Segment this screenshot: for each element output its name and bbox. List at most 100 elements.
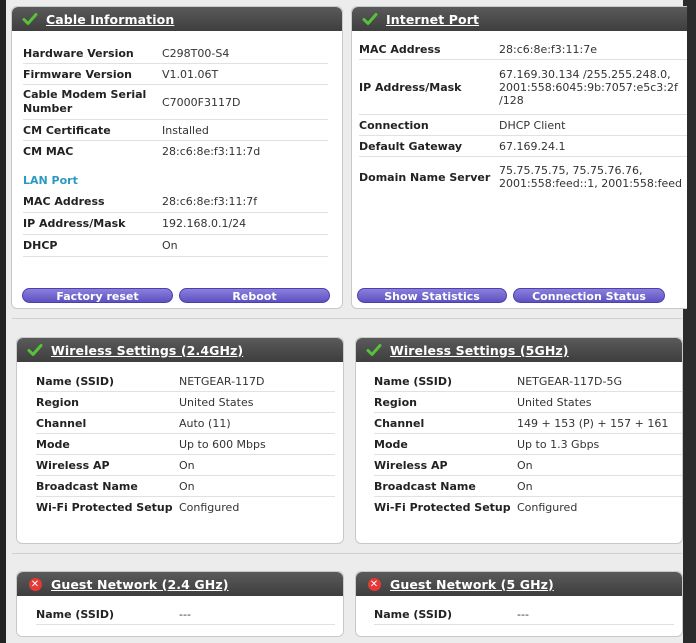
table-row: Wireless AP On xyxy=(36,455,335,476)
row-label: Region xyxy=(36,395,79,409)
section-divider xyxy=(12,553,682,554)
guest-network-5ghz-panel: ✕ Guest Network (5 GHz) Name (SSID) --- xyxy=(355,571,683,637)
check-icon xyxy=(27,342,43,358)
row-label: Wi-Fi Protected Setup xyxy=(36,501,173,514)
internet-port-table: MAC Address 28:c6:8e:f3:11:7e IP Address/… xyxy=(359,39,687,197)
row-value: On xyxy=(162,239,178,252)
row-value: 28:c6:8e:f3:11:7f xyxy=(162,195,258,208)
table-row: Name (SSID) --- xyxy=(36,604,335,625)
wireless-24ghz-table: Name (SSID) NETGEAR-117D Region United Sta… xyxy=(36,371,335,518)
row-value: On xyxy=(517,479,533,493)
row-value: V1.01.06T xyxy=(162,67,219,81)
table-row: Cable Modem Serial Number C7000F3117D xyxy=(23,85,328,120)
row-value: 149 + 153 (P) + 157 + 161 xyxy=(517,416,669,430)
table-row: Default Gateway 67.169.24.1 xyxy=(359,136,687,157)
wireless-24ghz-panel: Wireless Settings (2.4GHz) Name (SSID) NE… xyxy=(16,337,344,544)
row-value: United States xyxy=(517,395,592,409)
row-label: Broadcast Name xyxy=(374,479,476,493)
row-label: Firmware Version xyxy=(23,67,132,81)
row-value: On xyxy=(517,458,533,472)
internet-port-title[interactable]: Internet Port xyxy=(386,12,479,27)
table-row: MAC Address 28:c6:8e:f3:11:7e xyxy=(359,39,687,60)
table-row: DHCP On xyxy=(23,235,328,257)
reboot-button[interactable]: Reboot xyxy=(179,288,330,303)
table-row: Mode Up to 600 Mbps xyxy=(36,434,335,455)
left-edge xyxy=(0,0,6,643)
row-value: 192.168.0.1/24 xyxy=(162,217,247,230)
row-label: Region xyxy=(374,395,417,409)
table-row: IP Address/Mask 67.169.30.134 /255.255.24… xyxy=(359,60,687,115)
guest-network-24ghz-table: Name (SSID) --- xyxy=(36,604,335,625)
row-label: Connection xyxy=(359,118,429,132)
check-icon xyxy=(366,342,382,358)
guest-network-24ghz-title[interactable]: Guest Network (2.4 GHz) xyxy=(51,577,229,592)
guest-network-5ghz-title[interactable]: Guest Network (5 GHz) xyxy=(390,577,554,592)
row-value: Up to 600 Mbps xyxy=(179,437,266,451)
row-value: NETGEAR-117D-5G xyxy=(517,374,623,388)
row-label: Name (SSID) xyxy=(36,374,115,388)
table-row: Hardware Version C298T00-S4 xyxy=(23,43,328,64)
guest-network-5ghz-header: ✕ Guest Network (5 GHz) xyxy=(356,572,682,596)
table-row: Region United States xyxy=(36,392,335,413)
wireless-5ghz-header: Wireless Settings (5GHz) xyxy=(356,338,682,362)
row-label: Wireless AP xyxy=(36,458,110,472)
row-label: CM Certificate xyxy=(23,123,111,137)
row-label: CM MAC xyxy=(23,145,74,158)
table-row: CM MAC 28:c6:8e:f3:11:7d xyxy=(23,141,328,162)
row-label: Domain Name Server xyxy=(359,170,491,184)
row-label: Broadcast Name xyxy=(36,479,138,493)
table-row: Channel Auto (11) xyxy=(36,413,335,434)
row-value: Installed xyxy=(162,123,209,137)
row-value: On xyxy=(179,479,195,493)
cable-information-header: Cable Information xyxy=(12,7,342,31)
row-label: IP Address/Mask xyxy=(359,80,462,94)
row-value: 75.75.75.75, 75.75.76.76, 2001:558:feed:… xyxy=(499,164,682,190)
row-label: Default Gateway xyxy=(359,139,463,153)
cable-information-panel: Cable Information Hardware Version C298T0… xyxy=(11,6,343,309)
row-label: Cable Modem Serial Number xyxy=(23,88,147,115)
table-row: Firmware Version V1.01.06T xyxy=(23,64,328,85)
error-icon: ✕ xyxy=(27,576,43,592)
row-value: Configured xyxy=(179,501,240,514)
row-label: MAC Address xyxy=(23,195,105,208)
row-value: DHCP Client xyxy=(499,118,566,132)
table-row: Broadcast Name On xyxy=(374,476,682,497)
row-value: NETGEAR-117D xyxy=(179,374,265,388)
row-label: DHCP xyxy=(23,239,58,252)
row-label: Mode xyxy=(374,437,408,451)
cable-info-table: Hardware Version C298T00-S4 Firmware Vers… xyxy=(23,43,328,257)
table-row: CM Certificate Installed xyxy=(23,120,328,141)
factory-reset-button[interactable]: Factory reset xyxy=(22,288,173,303)
table-row: IP Address/Mask 192.168.0.1/24 xyxy=(23,213,328,235)
wireless-5ghz-table: Name (SSID) NETGEAR-117D-5G Region United … xyxy=(374,371,682,518)
cable-information-title[interactable]: Cable Information xyxy=(46,12,174,27)
row-label: Name (SSID) xyxy=(36,607,115,621)
table-row: Name (SSID) --- xyxy=(374,604,674,625)
table-row: Wireless AP On xyxy=(374,455,682,476)
row-value: C7000F3117D xyxy=(162,95,241,109)
show-statistics-button[interactable]: Show Statistics xyxy=(357,288,507,303)
check-icon xyxy=(362,11,378,27)
row-value: United States xyxy=(179,395,254,409)
wireless-24ghz-title[interactable]: Wireless Settings (2.4GHz) xyxy=(51,343,243,358)
row-label: Channel xyxy=(374,416,425,430)
table-row: Wi-Fi Protected Setup Configured xyxy=(36,497,335,518)
row-value: On xyxy=(179,458,195,472)
row-label: Channel xyxy=(36,416,87,430)
table-row: Connection DHCP Client xyxy=(359,115,687,136)
wireless-5ghz-title[interactable]: Wireless Settings (5GHz) xyxy=(390,343,569,358)
table-row: Channel 149 + 153 (P) + 157 + 161 xyxy=(374,413,682,434)
row-label: Name (SSID) xyxy=(374,374,453,388)
row-value: --- xyxy=(517,607,529,621)
connection-status-button[interactable]: Connection Status xyxy=(513,288,665,303)
row-value: C298T00-S4 xyxy=(162,46,230,60)
guest-network-5ghz-table: Name (SSID) --- xyxy=(374,604,674,625)
row-value: 28:c6:8e:f3:11:7e xyxy=(499,42,597,56)
table-row: Domain Name Server 75.75.75.75, 75.75.76.… xyxy=(359,157,687,197)
wireless-24ghz-header: Wireless Settings (2.4GHz) xyxy=(17,338,343,362)
row-label: Wi-Fi Protected Setup xyxy=(374,501,511,514)
row-label: Name (SSID) xyxy=(374,607,453,621)
row-value: 67.169.30.134 /255.255.248.0, 2001:558:6… xyxy=(499,67,678,107)
internet-port-panel: Internet Port MAC Address 28:c6:8e:f3:11:… xyxy=(351,6,687,309)
table-row: Mode Up to 1.3 Gbps xyxy=(374,434,682,455)
